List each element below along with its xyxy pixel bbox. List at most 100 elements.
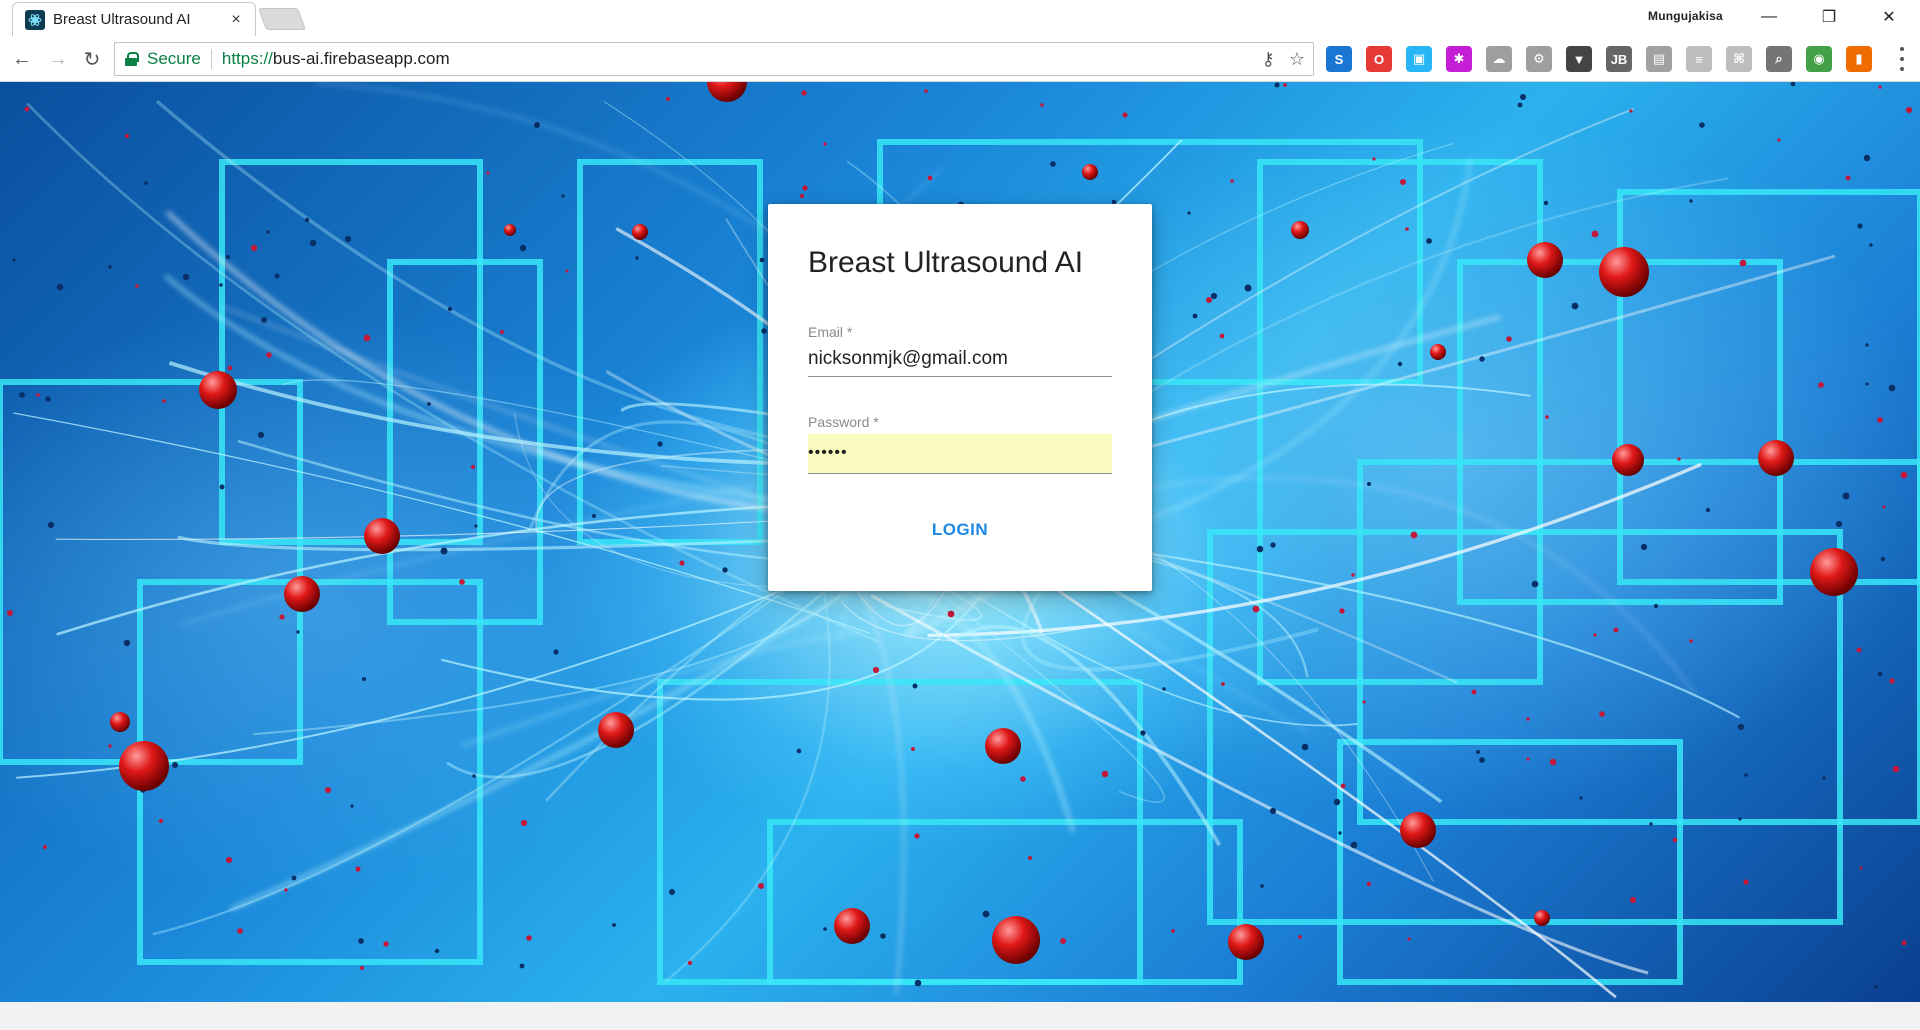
circuit-pad <box>325 787 331 793</box>
circuit-pad <box>45 396 51 402</box>
opera-extension-icon[interactable]: O <box>1366 46 1392 72</box>
circuit-pad <box>261 317 267 323</box>
circuit-pad <box>355 866 361 872</box>
circuit-pad <box>1020 776 1026 782</box>
jb-extension-icon[interactable]: JB <box>1606 46 1632 72</box>
circuit-pad <box>383 941 389 947</box>
document-extension-icon[interactable]: ▤ <box>1646 46 1672 72</box>
circuit-pad <box>344 235 352 243</box>
circuit-pad <box>880 933 886 939</box>
circuit-pad <box>1407 937 1411 941</box>
circuit-pad <box>1629 109 1633 113</box>
back-button[interactable]: ← <box>8 45 36 73</box>
new-tab-button[interactable] <box>257 8 307 30</box>
browser-menu-icon[interactable] <box>1898 47 1906 71</box>
circuit-pad <box>7 610 13 616</box>
circuit-pad <box>237 928 243 934</box>
password-field[interactable]: •••••• <box>808 434 1112 474</box>
red-node <box>707 82 747 102</box>
circuit-pad <box>219 283 223 287</box>
circuit-pad <box>1653 603 1659 609</box>
search-extension-icon[interactable]: ⌕ <box>1766 46 1792 72</box>
list-extension-icon[interactable]: ≡ <box>1686 46 1712 72</box>
circuit-pad <box>158 818 164 824</box>
circuit-pad <box>1744 773 1748 777</box>
circuit-pad <box>759 257 765 263</box>
bookmark-star-icon[interactable]: ☆ <box>1289 49 1305 70</box>
secure-label[interactable]: Secure <box>147 49 201 69</box>
circuit-pad <box>1857 223 1863 229</box>
pocket-extension-icon[interactable]: ▼ <box>1566 46 1592 72</box>
office-extension-icon[interactable]: ▮ <box>1846 46 1872 72</box>
red-node <box>1430 344 1446 360</box>
browser-tab[interactable]: Breast Ultrasound AI × <box>12 2 256 36</box>
circuit-pad <box>279 614 285 620</box>
circuit-pad <box>1743 879 1749 885</box>
circuit-pad <box>657 441 663 447</box>
login-button[interactable]: LOGIN <box>905 512 1015 548</box>
circuit-pad <box>1506 336 1512 342</box>
circuit-pad <box>1900 471 1908 479</box>
minimize-button[interactable]: — <box>1746 0 1792 34</box>
circuit-pad <box>1689 199 1693 203</box>
window-extension-icon[interactable]: ▣ <box>1406 46 1432 72</box>
extension-icons: S O ▣ ✱ ☁ ⚙ ▼ JB ▤ ≡ ⌘ ⌕ ◉ ▮ <box>1326 45 1872 73</box>
email-field[interactable]: nicksonmjk@gmail.com <box>808 348 1112 377</box>
key-icon[interactable]: ⚷ <box>1262 49 1275 70</box>
circuit-pad <box>274 273 280 279</box>
circuit-pad <box>250 244 258 252</box>
circuit-pad <box>802 185 808 191</box>
circuit-pad <box>182 273 190 281</box>
puzzle-extension-icon[interactable]: ✱ <box>1446 46 1472 72</box>
cloud-extension-icon[interactable]: ☁ <box>1486 46 1512 72</box>
reload-button[interactable]: ↻ <box>78 45 106 73</box>
circuit-pad <box>1699 122 1705 128</box>
circuit-pad <box>434 948 440 954</box>
circuit-pad <box>534 122 540 128</box>
page-title: Breast Ultrasound AI <box>808 246 1084 279</box>
circuit-pad <box>1162 687 1166 691</box>
red-node <box>1810 548 1858 596</box>
circuit-pad <box>1880 556 1886 562</box>
browser-titlebar: Breast Ultrasound AI × Mungujakisa — ❐ ✕ <box>0 0 1920 36</box>
circuit-pad <box>1599 711 1605 717</box>
close-window-button[interactable]: ✕ <box>1866 0 1912 34</box>
red-node <box>992 916 1040 964</box>
red-node <box>284 576 320 612</box>
circuit-pad <box>1882 505 1886 509</box>
chrome-extension-icon[interactable]: ◉ <box>1806 46 1832 72</box>
pdf-extension-icon[interactable]: ⌘ <box>1726 46 1752 72</box>
circuit-pad <box>472 774 476 778</box>
circuit-pad <box>350 804 354 808</box>
page-bottom-strip <box>0 1002 1920 1030</box>
red-node <box>1758 440 1794 476</box>
skype-extension-icon[interactable]: S <box>1326 46 1352 72</box>
circuit-pad <box>666 97 670 101</box>
circuit-pad <box>459 579 465 585</box>
restore-button[interactable]: ❐ <box>1806 0 1852 34</box>
circuit-pad <box>1640 543 1648 551</box>
tab-close-icon[interactable]: × <box>227 11 245 29</box>
circuit-pad <box>823 142 827 146</box>
red-node <box>1228 924 1264 960</box>
circuit-pad <box>592 514 596 518</box>
circuit-pad <box>1889 678 1895 684</box>
circuit-pad <box>565 269 569 273</box>
address-bar[interactable]: Secure https:// bus-ai.firebaseapp.com ⚷… <box>114 42 1314 76</box>
circuit-pad <box>1171 929 1175 933</box>
red-node <box>834 908 870 944</box>
gear-badge-extension-icon[interactable]: ⚙ <box>1526 46 1552 72</box>
circuit-pad <box>1835 520 1843 528</box>
forward-button[interactable]: → <box>44 45 72 73</box>
circuit-pad <box>1629 896 1637 904</box>
red-node <box>1400 812 1436 848</box>
circuit-pad <box>1856 647 1862 653</box>
circuit-pad <box>561 194 565 198</box>
circuit-pad <box>947 610 955 618</box>
circuit-pad <box>796 748 802 754</box>
circuit-pad <box>1270 542 1276 548</box>
circuit-pad <box>1269 807 1277 815</box>
circuit-pad <box>1901 940 1907 946</box>
circuit-pad <box>358 938 364 944</box>
profile-name[interactable]: Mungujakisa <box>1648 9 1723 23</box>
